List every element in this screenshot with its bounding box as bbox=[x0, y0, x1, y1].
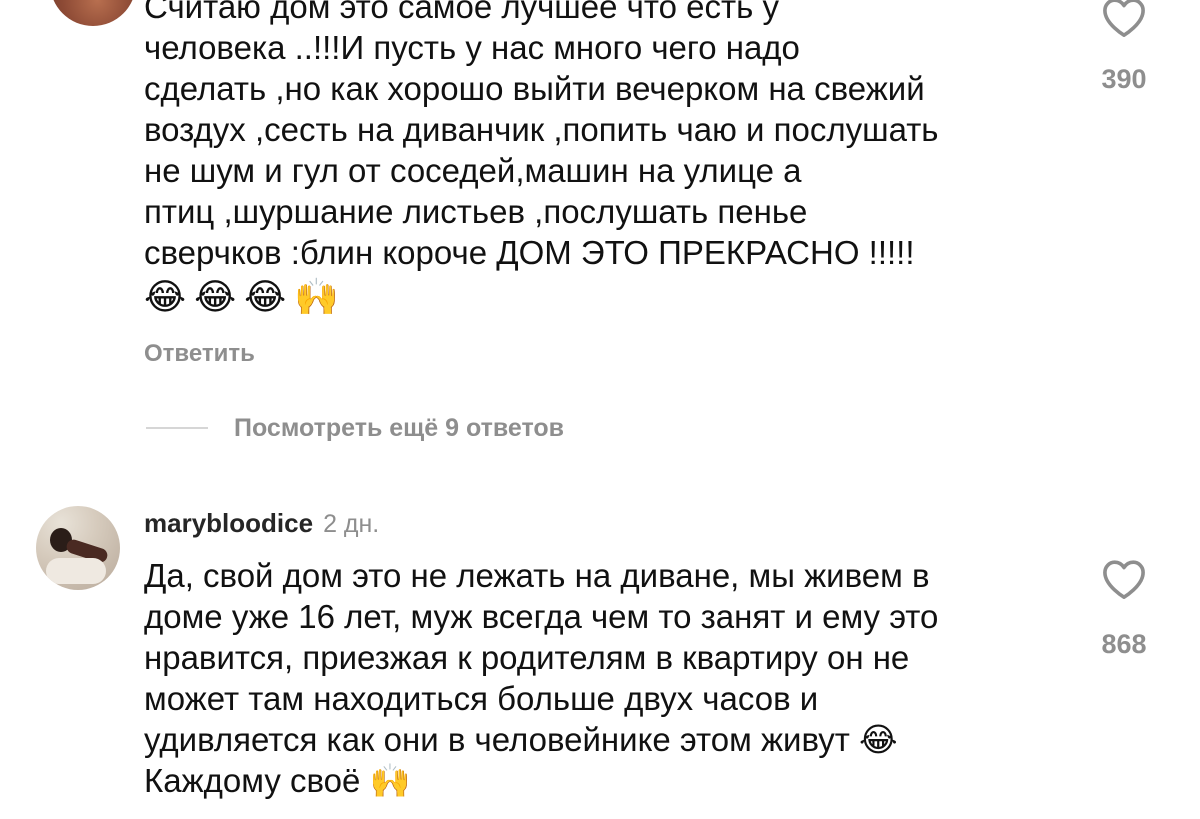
avatar[interactable] bbox=[50, 0, 136, 26]
avatar[interactable] bbox=[36, 506, 120, 590]
comment-line: Считаю дом это самое лучшее что есть у bbox=[144, 0, 779, 25]
view-more-replies[interactable]: Посмотреть ещё 9 ответов bbox=[146, 410, 564, 446]
comment-line: не шум и гул от соседей,машин на улице а bbox=[144, 152, 802, 189]
comment-text: Считаю дом это самое лучшее что есть у ч… bbox=[144, 0, 1064, 273]
heart-icon[interactable] bbox=[1101, 0, 1147, 38]
comment-line: человека ..!!!И пусть у нас много чего н… bbox=[144, 29, 800, 66]
raising-hands-emoji: 🙌 bbox=[294, 277, 340, 318]
comment-line: сделать ,но как хорошо выйти вечерком на… bbox=[144, 70, 925, 107]
heart-icon[interactable] bbox=[1101, 558, 1147, 600]
comment-line: доме уже 16 лет, муж всегда чем то занят… bbox=[144, 598, 939, 635]
comment-text: Да, свой дом это не лежать на диване, мы… bbox=[144, 555, 1064, 801]
comment-line: может там находиться больше двух часов и bbox=[144, 680, 819, 717]
like-count: 390 bbox=[1101, 64, 1147, 94]
tears-of-joy-emoji: 😂 bbox=[244, 277, 287, 318]
emoji-row: 😂 😂 😂 🙌 bbox=[144, 276, 339, 320]
comment-line: воздух ,сесть на диванчик ,попить чаю и … bbox=[144, 111, 939, 148]
view-more-replies-label[interactable]: Посмотреть ещё 9 ответов bbox=[234, 414, 564, 443]
comment-line: птиц ,шуршание листьев ,послушать пенье bbox=[144, 193, 808, 230]
timestamp: 2 дн. bbox=[323, 510, 380, 538]
like-count: 868 bbox=[1101, 629, 1147, 659]
comment-line: Да, свой дом это не лежать на диване, мы… bbox=[144, 557, 930, 594]
divider bbox=[146, 427, 208, 429]
comment-header: marybloodice 2 дн. bbox=[144, 508, 379, 539]
comment-line: нравится, приезжая к родителям в квартир… bbox=[144, 639, 910, 676]
comment-line: Каждому своё 🙌 bbox=[144, 762, 411, 799]
reply-button[interactable]: Ответить bbox=[144, 340, 255, 368]
username[interactable]: marybloodice bbox=[144, 508, 313, 539]
comment-line: удивляется как они в человейнике этом жи… bbox=[144, 721, 898, 758]
tears-of-joy-emoji: 😂 bbox=[144, 277, 187, 318]
comment-line: сверчков :блин короче ДОМ ЭТО ПРЕКРАСНО … bbox=[144, 234, 915, 271]
tears-of-joy-emoji: 😂 bbox=[194, 277, 237, 318]
